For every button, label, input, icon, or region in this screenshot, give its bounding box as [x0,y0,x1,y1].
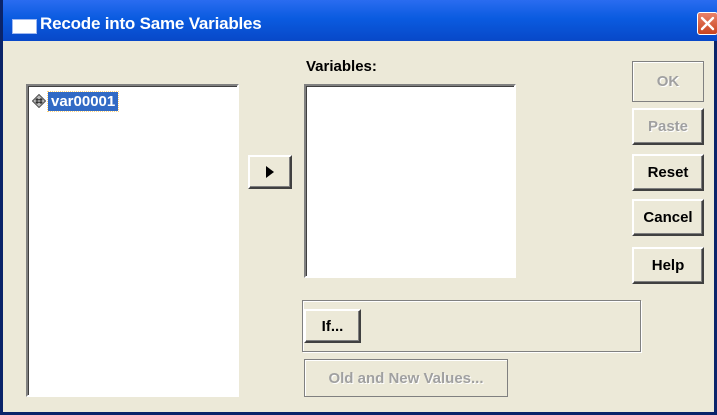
variable-label: var00001 [46,90,120,112]
list-item[interactable]: var00001 [32,90,120,112]
source-variable-list[interactable]: var00001 [26,84,239,397]
close-icon [700,16,715,31]
target-variables-list[interactable] [304,84,516,278]
arrow-right-icon [266,166,274,178]
close-button[interactable] [697,12,717,35]
cancel-button[interactable]: Cancel [632,199,704,236]
variables-label: Variables: [306,58,377,75]
recode-dialog: Recode into Same Variables var00001 Vari… [0,0,717,415]
if-button[interactable]: If... [304,309,361,343]
title-bar[interactable]: Recode into Same Variables [3,0,717,41]
window-icon [12,19,37,34]
window-title: Recode into Same Variables [40,14,262,33]
reset-button[interactable]: Reset [632,154,704,191]
move-to-variables-button[interactable] [248,155,292,189]
ok-button[interactable]: OK [632,61,704,102]
numeric-variable-icon [32,94,46,108]
old-and-new-values-button[interactable]: Old and New Values... [304,359,508,397]
paste-button[interactable]: Paste [632,108,704,145]
help-button[interactable]: Help [632,247,704,284]
